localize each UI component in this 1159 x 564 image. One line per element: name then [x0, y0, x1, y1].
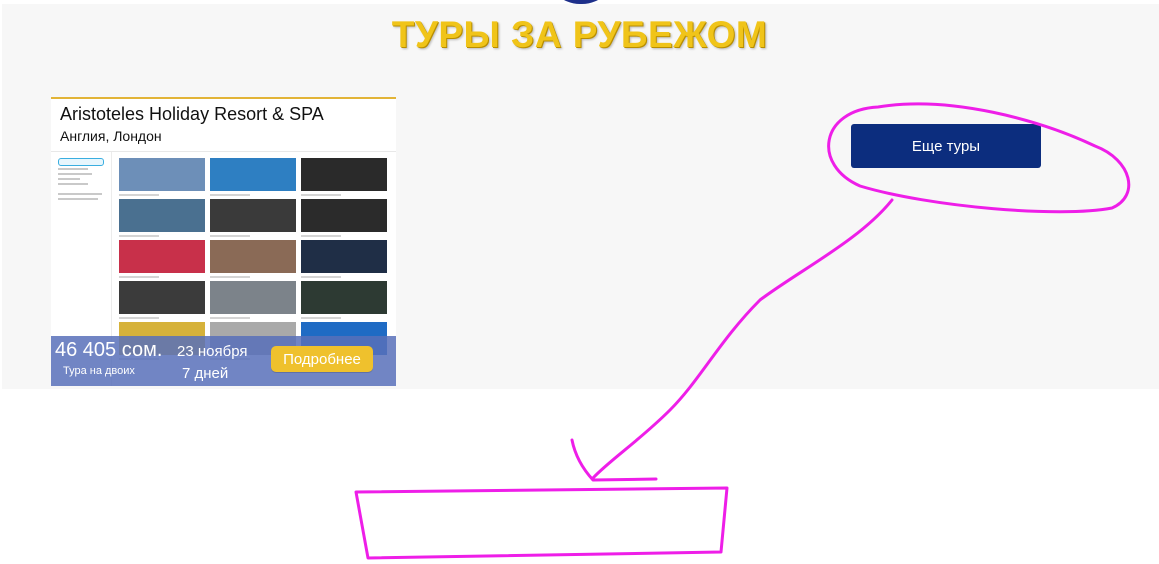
tour-card[interactable]: Aristoteles Holiday Resort & SPA Англия,… [51, 97, 396, 386]
tour-location: Англия, Лондон [60, 128, 162, 144]
annotation-arrowhead [570, 438, 658, 482]
price-bar: 46 405 сом. Тура на двоих 23 ноября 7 дн… [51, 336, 396, 386]
preview-tile [119, 281, 205, 319]
preview-tile [210, 240, 296, 278]
preview-tile [301, 199, 387, 237]
preview-logo [58, 158, 104, 166]
preview-tile [119, 158, 205, 196]
preview-tile [119, 240, 205, 278]
preview-tile [210, 281, 296, 319]
preview-tile [301, 240, 387, 278]
details-button[interactable]: Подробнее [271, 346, 373, 372]
preview-tile [301, 158, 387, 196]
preview-tile [119, 199, 205, 237]
preview-grid [119, 158, 389, 360]
preview-menu-lines [58, 168, 104, 203]
price-note: Тура на двоих [63, 365, 135, 377]
preview-tile [210, 158, 296, 196]
preview-tile [210, 199, 296, 237]
section-title: ТУРЫ ЗА РУБЕЖОМ [391, 14, 768, 55]
tour-price: 46 405 сом. [55, 339, 163, 361]
annotation-target-box [354, 486, 729, 560]
more-tours-button[interactable]: Еще туры [851, 124, 1041, 168]
preview-tile [301, 281, 387, 319]
tour-date: 23 ноября [177, 343, 248, 360]
tour-duration: 7 дней [182, 365, 229, 382]
tour-name[interactable]: Aristoteles Holiday Resort & SPA [60, 104, 324, 125]
